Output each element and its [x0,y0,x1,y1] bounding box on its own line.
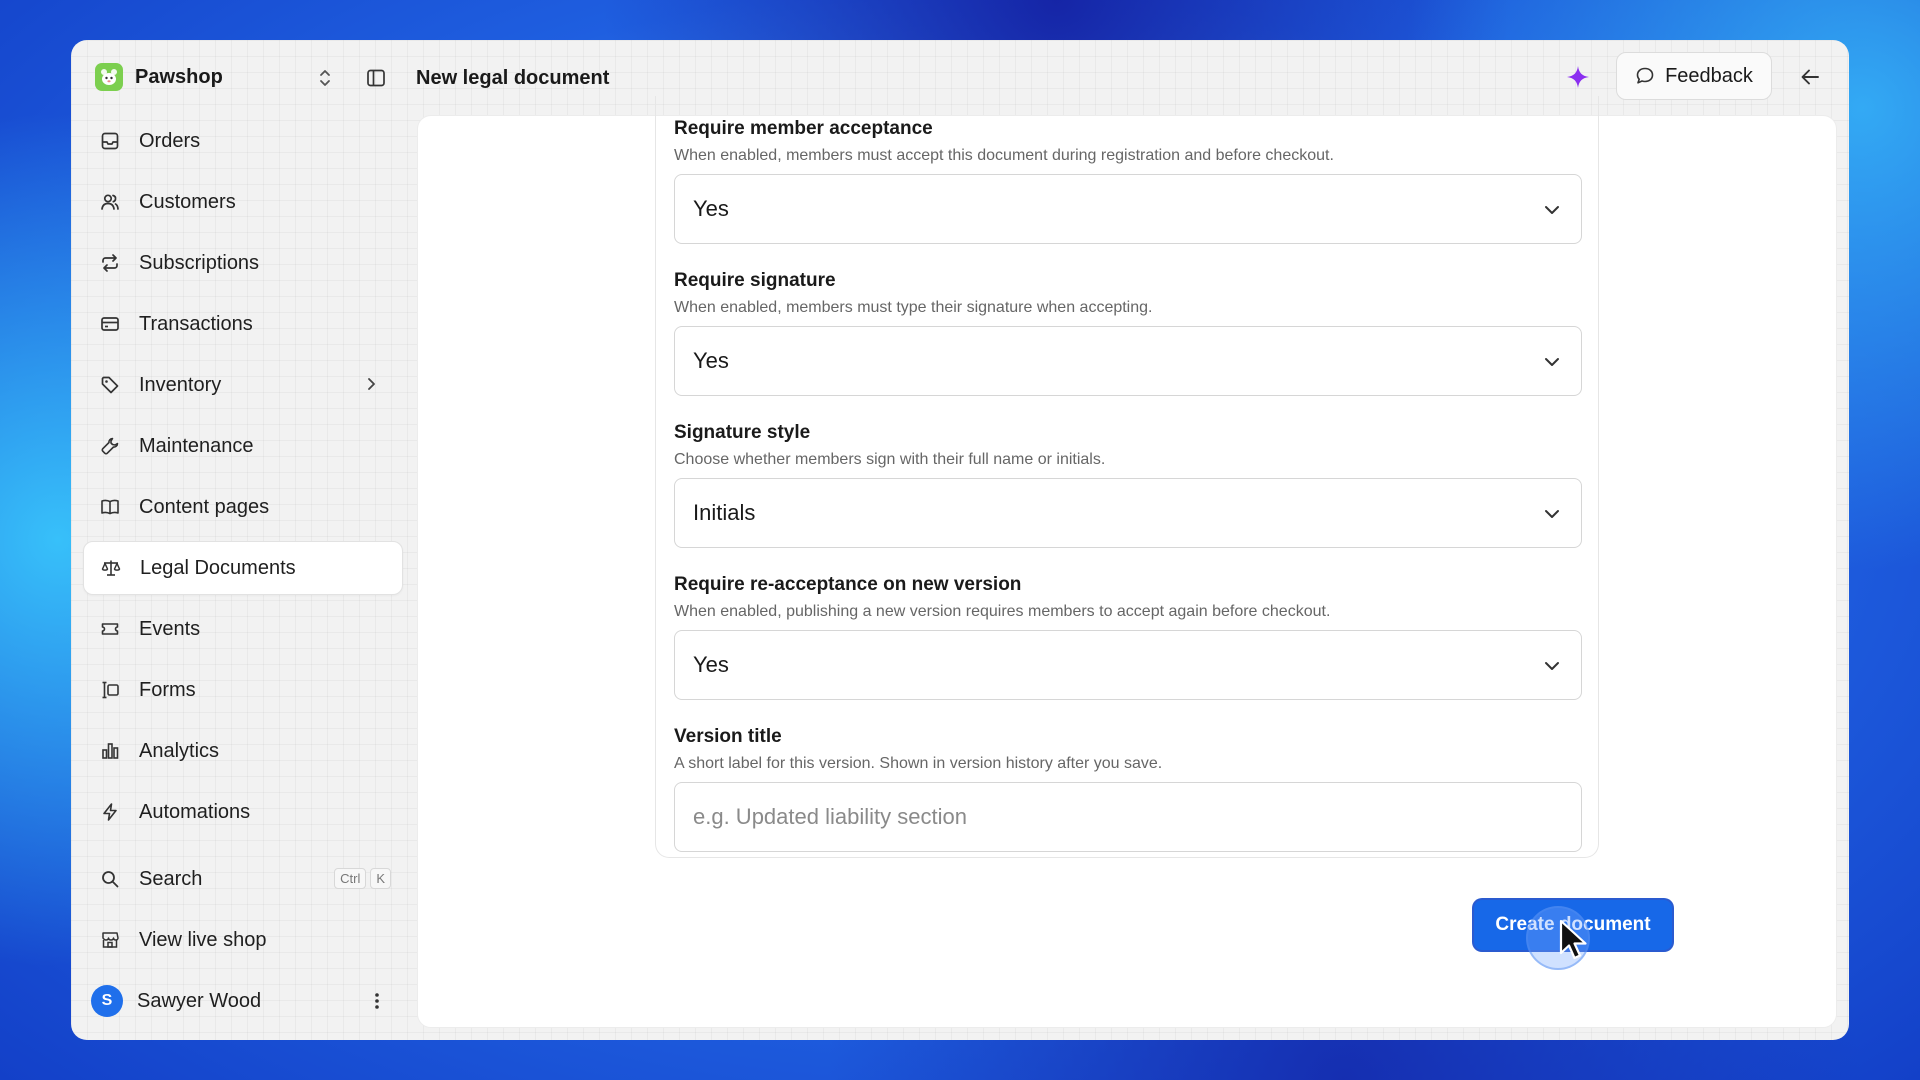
mouse-cursor-icon [1559,919,1587,960]
sidebar-item-customers[interactable]: Customers [83,175,403,229]
brand-switcher[interactable]: Pawshop [95,60,223,94]
chevron-up-down-icon[interactable] [313,64,337,92]
field-help: Choose whether members sign with their f… [674,451,1106,468]
sidebar-item-label: Inventory [139,373,222,396]
chevron-down-icon [1541,503,1563,525]
shortcut-key-ctrl: Ctrl [334,868,367,889]
repeat-icon [99,252,121,274]
wrench-icon [99,435,121,457]
main-content: Require member acceptance When enabled, … [417,96,1837,1028]
view-live-shop-label: View live shop [139,928,267,951]
inbox-icon [99,130,121,152]
sidebar-item-analytics[interactable]: Analytics [83,724,403,778]
select-value: Yes [693,196,729,221]
sidebar-item-label: Legal Documents [140,556,296,579]
sidebar-item-subscriptions[interactable]: Subscriptions [83,236,403,290]
sidebar-item-inventory[interactable]: Inventory [83,358,403,412]
avatar: S [91,985,123,1017]
tag-icon [99,374,121,396]
sparkle-icon[interactable] [1563,62,1593,92]
sidebar-toggle-icon[interactable] [363,64,389,92]
scale-icon [100,557,122,579]
sidebar-item-events[interactable]: Events [83,602,403,656]
view-live-shop-link[interactable]: View live shop [83,913,403,967]
field-help: When enabled, members must type their si… [674,299,1153,316]
app-window: Pawshop New legal document Feedback Orde… [71,40,1849,1040]
field-label: Version title [674,726,782,747]
select-value: Initials [693,500,756,525]
sidebar-item-legal-documents[interactable]: Legal Documents [83,541,403,595]
search-label: Search [139,867,203,890]
select-signature-style[interactable]: Initials [674,478,1582,548]
field-help: A short label for this version. Shown in… [674,755,1163,772]
select-require-signature[interactable]: Yes [674,326,1582,396]
user-name: Sawyer Wood [137,989,262,1012]
field-help: When enabled, members must accept this d… [674,147,1334,164]
chevron-down-icon [1541,199,1563,221]
field-require-member-acceptance: Require member acceptance When enabled, … [674,116,1582,244]
field-label: Signature style [674,422,811,443]
sidebar-item-label: Automations [139,800,251,823]
credit-card-icon [99,313,121,335]
more-vertical-icon[interactable] [367,988,387,1014]
sidebar-item-label: Analytics [139,739,220,762]
storefront-icon [99,929,121,951]
sidebar-item-label: Orders [139,129,201,152]
field-version-title: Version title A short label for this ver… [674,724,1582,852]
form-icon [99,679,121,701]
select-require-reacceptance[interactable]: Yes [674,630,1582,700]
select-value: Yes [693,652,729,677]
field-require-signature: Require signature When enabled, members … [674,268,1582,396]
book-open-icon [99,496,121,518]
chat-bubble-icon [1635,66,1655,86]
pet-face-icon [95,63,123,91]
field-require-reacceptance: Require re-acceptance on new version Whe… [674,572,1582,700]
sidebar-item-transactions[interactable]: Transactions [83,297,403,351]
field-help: When enabled, publishing a new version r… [674,603,1331,620]
select-require-member-acceptance[interactable]: Yes [674,174,1582,244]
feedback-label: Feedback [1665,64,1753,87]
sidebar-item-label: Content pages [139,495,270,518]
field-label: Require member acceptance [674,118,933,139]
sidebar-item-maintenance[interactable]: Maintenance [83,419,403,473]
shortcut-key-k: K [370,868,391,889]
bar-chart-icon [99,740,121,762]
form-card: Require member acceptance When enabled, … [655,96,1599,858]
sidebar-item-forms[interactable]: Forms [83,663,403,717]
search-shortcut: Ctrl K [334,868,391,889]
arrow-left-icon[interactable] [1795,62,1825,92]
field-label: Require signature [674,270,836,291]
chevron-right-icon [361,374,381,394]
users-icon [99,191,121,213]
sidebar-item-automations[interactable]: Automations [83,785,403,839]
lightning-icon [99,801,121,823]
sidebar-item-label: Events [139,617,201,640]
feedback-button[interactable]: Feedback [1616,52,1772,100]
chevron-down-icon [1541,655,1563,677]
sidebar-search[interactable]: Search Ctrl K [83,852,403,906]
sidebar-item-content-pages[interactable]: Content pages [83,480,403,534]
sidebar-item-label: Maintenance [139,434,254,457]
sidebar-item-label: Forms [139,678,196,701]
sidebar-item-label: Customers [139,190,236,213]
ticket-icon [99,618,121,640]
page-title: New legal document [416,67,610,89]
search-icon [99,868,121,890]
sidebar-item-orders[interactable]: Orders [83,114,403,168]
field-label: Require re-acceptance on new version [674,574,1022,595]
select-value: Yes [693,348,729,373]
user-menu[interactable]: S Sawyer Wood [83,974,403,1028]
sidebar-item-label: Subscriptions [139,251,260,274]
chevron-down-icon [1541,351,1563,373]
version-title-input[interactable]: e.g. Updated liability section [674,782,1582,852]
field-signature-style: Signature style Choose whether members s… [674,420,1582,548]
brand-name: Pawshop [135,65,223,88]
sidebar-item-label: Transactions [139,312,253,335]
